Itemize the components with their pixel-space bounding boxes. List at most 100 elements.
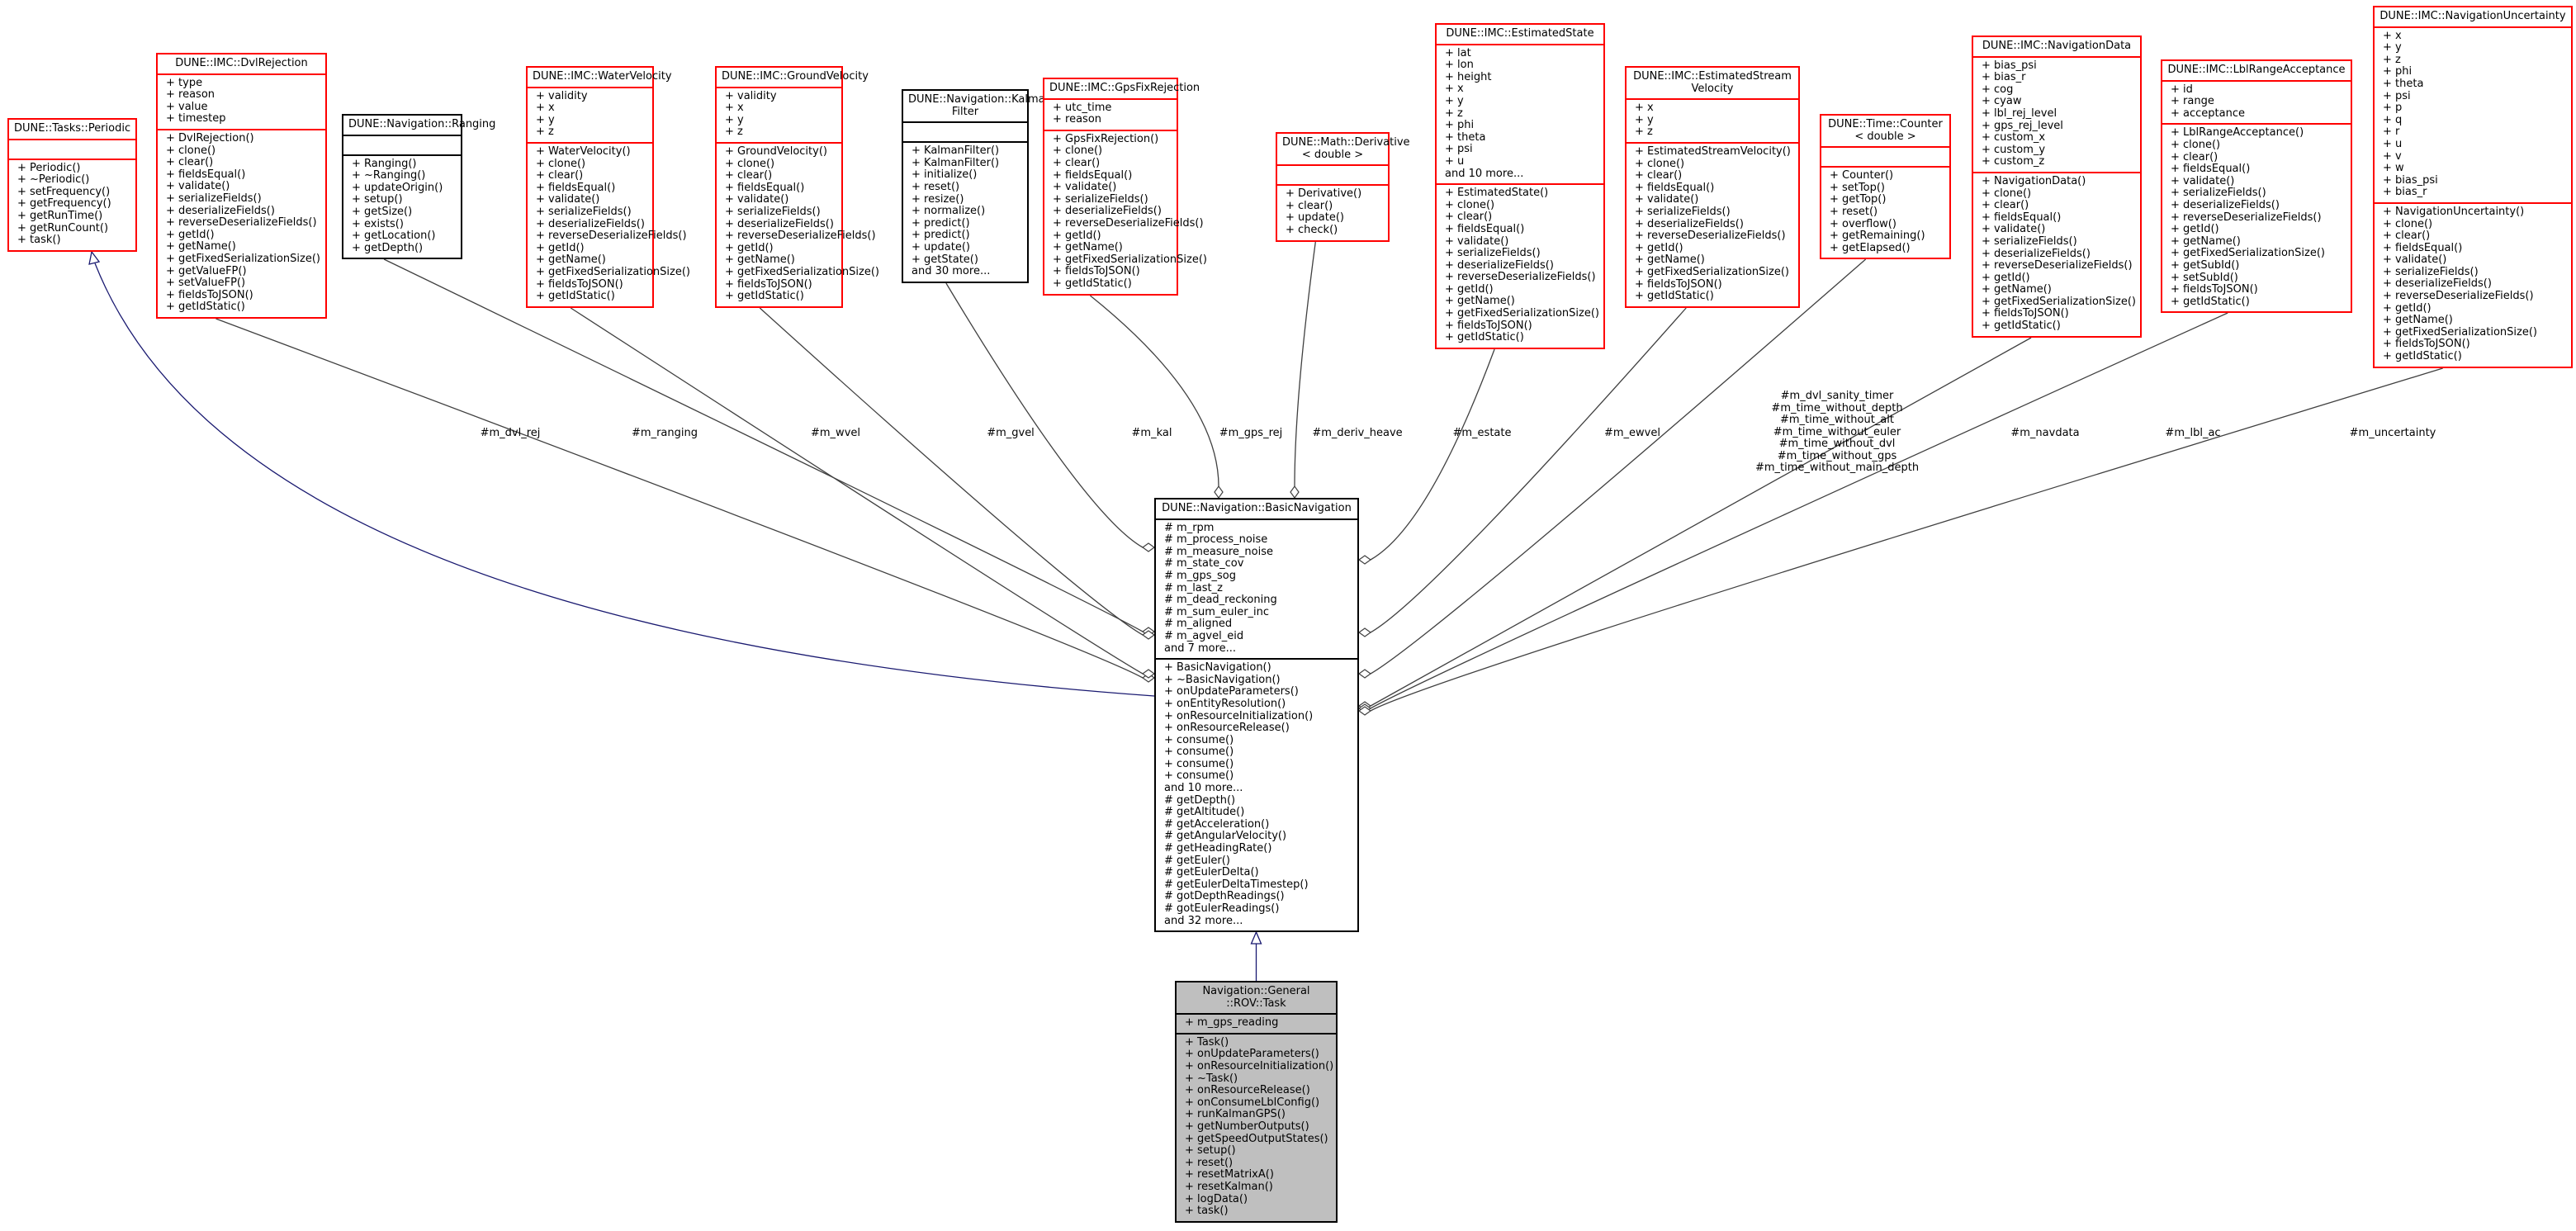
- class-method: + fieldsToJSON(): [1053, 265, 1140, 278]
- class-attribute: + cyaw: [1982, 95, 2022, 108]
- attributes-section: + utc_time + reason: [1044, 100, 1177, 130]
- class-method: + getValueFP(): [166, 264, 247, 277]
- class-method: + serializeFields(): [166, 192, 262, 205]
- class-method: + fieldsEqual(): [166, 168, 246, 181]
- class-box-estimated-stream-velocity[interactable]: DUNE::IMC::EstimatedStream Velocity + x + …: [1625, 66, 1800, 308]
- class-attribute: + custom_y: [1982, 143, 2046, 156]
- class-method: + clear(): [1445, 211, 1493, 224]
- class-attribute: + z: [725, 125, 743, 139]
- class-method: + getDepth(): [352, 241, 424, 254]
- class-method: + clear(): [1053, 156, 1101, 169]
- class-method: + reverseDeserializeFields(): [166, 216, 317, 230]
- class-method: + getElapsed(): [1830, 241, 1911, 254]
- class-method: + deserializeFields(): [2383, 277, 2492, 291]
- attributes-section: [1821, 148, 1949, 166]
- class-method: + EstimatedState(): [1445, 187, 1549, 200]
- class-method: + getFixedSerializationSize(): [2383, 325, 2537, 339]
- class-method: + clear(): [725, 169, 773, 182]
- class-box-navigation-uncertainty[interactable]: DUNE::IMC::NavigationUncertainty + x + y + …: [2373, 6, 2573, 368]
- class-box-estimated-state[interactable]: DUNE::IMC::EstimatedState + lat + lon + hei…: [1435, 23, 1605, 349]
- class-attribute: + reason: [1053, 113, 1102, 126]
- class-title: DUNE::Navigation::Kalman Filter: [903, 91, 1052, 124]
- class-method: + updateOrigin(): [352, 181, 443, 194]
- class-method: + getId(): [1635, 241, 1683, 254]
- class-attribute: + r: [2383, 125, 2400, 139]
- inheritance-arrow-icon: [1250, 930, 1262, 945]
- class-method: + getId(): [725, 241, 774, 254]
- class-box-ranging[interactable]: DUNE::Navigation::Ranging + Ranging() + ~R…: [342, 114, 495, 260]
- class-box-basic-navigation[interactable]: DUNE::Navigation::BasicNavigation # m_rpm…: [1154, 498, 1359, 933]
- composition-edge: [1294, 241, 1316, 487]
- class-method: + clear(): [1286, 199, 1333, 212]
- edge-label-ewvel: #m_ewvel: [1604, 427, 1660, 439]
- class-method: + getRunTime(): [17, 209, 103, 222]
- composition-diamond-icon: [1357, 627, 1372, 637]
- class-title: DUNE::IMC::NavigationUncertainty: [2375, 7, 2571, 28]
- class-method: + getIdStatic(): [1982, 320, 2061, 333]
- class-method: + fieldsEqual(): [2383, 241, 2463, 254]
- class-box-kalman-filter[interactable]: DUNE::Navigation::Kalman Filter + KalmanF…: [902, 89, 1052, 283]
- class-method: + onResourceInitialization(): [1164, 709, 1314, 722]
- class-attribute: + cog: [1982, 83, 2014, 96]
- class-method: + clone(): [2383, 217, 2433, 230]
- class-box-periodic[interactable]: DUNE::Tasks::Periodic + Periodic() + ~Peri…: [7, 118, 137, 252]
- methods-section: + NavigationUncertainty() + clone() + clea…: [2375, 201, 2571, 367]
- class-method: + reverseDeserializeFields(): [1635, 230, 1786, 243]
- composition-edge: [945, 282, 1144, 548]
- class-method: + clone(): [1635, 157, 1685, 170]
- methods-section: + Derivative() + clear() + update() + check…: [1277, 184, 1388, 239]
- class-method: + consume(): [1164, 746, 1234, 759]
- attributes-section: + x + y + z + phi + theta + psi + p + q + r + u + …: [2375, 28, 2571, 202]
- class-box-ground-velocity[interactable]: DUNE::IMC::GroundVelocity + validity + x + …: [715, 66, 879, 308]
- class-method: + validate(): [1445, 234, 1509, 248]
- attributes-section: [9, 140, 135, 159]
- class-method: + setup(): [352, 193, 403, 206]
- class-title: DUNE::Navigation::BasicNavigation: [1156, 500, 1357, 520]
- class-attribute: + y: [536, 113, 555, 126]
- class-method: and 32 more...: [1164, 914, 1243, 927]
- class-method: + getIdStatic(): [536, 290, 615, 303]
- class-method: + serializeFields(): [2383, 265, 2479, 278]
- class-method: + getNumberOutputs(): [1185, 1120, 1309, 1133]
- class-method: + clone(): [166, 144, 216, 157]
- class-method: + getIdStatic(): [166, 301, 245, 314]
- class-method: + getRunCount(): [17, 221, 109, 234]
- edge-label-ranging: #m_ranging: [632, 427, 698, 439]
- class-method: + clear(): [166, 156, 214, 169]
- class-method: + deserializeFields(): [2171, 198, 2280, 211]
- class-method: + Task(): [1185, 1035, 1229, 1049]
- methods-section: + GroundVelocity() + clone() + clear() + fi…: [717, 141, 879, 306]
- class-box-rov-task[interactable]: Navigation::General ::ROV::Task + m_gps_r…: [1175, 981, 1338, 1223]
- class-method: + reset(): [1185, 1156, 1234, 1169]
- class-box-water-velocity[interactable]: DUNE::IMC::WaterVelocity + validity + x + y…: [526, 66, 690, 308]
- class-method: + reverseDeserializeFields(): [2171, 211, 2322, 224]
- class-attribute: + z: [2383, 53, 2401, 66]
- class-method: + reverseDeserializeFields(): [1982, 259, 2133, 272]
- class-method: + setFrequency(): [17, 185, 111, 198]
- class-box-counter[interactable]: DUNE::Time::Counter < double > + Counter(…: [1820, 114, 1951, 260]
- class-method: + consume(): [1164, 733, 1234, 746]
- class-attribute: + psi: [1445, 143, 1473, 156]
- class-attribute: # m_last_z: [1164, 581, 1223, 594]
- class-attribute: + psi: [2383, 89, 2411, 102]
- edge-label-estate: #m_estate: [1452, 427, 1512, 439]
- class-method: + getName(): [725, 253, 795, 267]
- composition-edge: [215, 318, 1144, 679]
- class-method: + getId(): [1982, 271, 2030, 284]
- class-box-dvl-rejection[interactable]: DUNE::IMC::DvlRejection + type + reason + v…: [156, 53, 327, 319]
- class-method: + getRemaining(): [1830, 230, 1925, 243]
- class-attribute: + timestep: [166, 112, 226, 125]
- class-method: + getId(): [2383, 301, 2432, 315]
- class-box-gps-fix-rejection[interactable]: DUNE::IMC::GpsFixRejection + utc_time + re…: [1043, 78, 1207, 296]
- composition-diamond-icon: [1214, 485, 1224, 500]
- class-box-derivative[interactable]: DUNE::Math::Derivative < double > + Deriv…: [1276, 132, 1410, 242]
- class-method: + fieldsEqual(): [725, 181, 805, 194]
- methods-section: + Ranging() + ~Ranging() + updateOrigin() +…: [343, 154, 461, 258]
- class-box-lbl-range-acceptance[interactable]: DUNE::IMC::LblRangeAcceptance + id + range…: [2161, 59, 2352, 314]
- edge-label-uncertainty: #m_uncertainty: [2349, 427, 2436, 439]
- class-attribute: + id: [2171, 83, 2193, 96]
- class-attribute: # m_measure_noise: [1164, 545, 1273, 558]
- class-method: + onEntityResolution(): [1164, 697, 1286, 710]
- class-box-navigation-data[interactable]: DUNE::IMC::NavigationData + bias_psi + bia…: [1972, 36, 2142, 338]
- class-method: + onResourceRelease(): [1164, 722, 1290, 735]
